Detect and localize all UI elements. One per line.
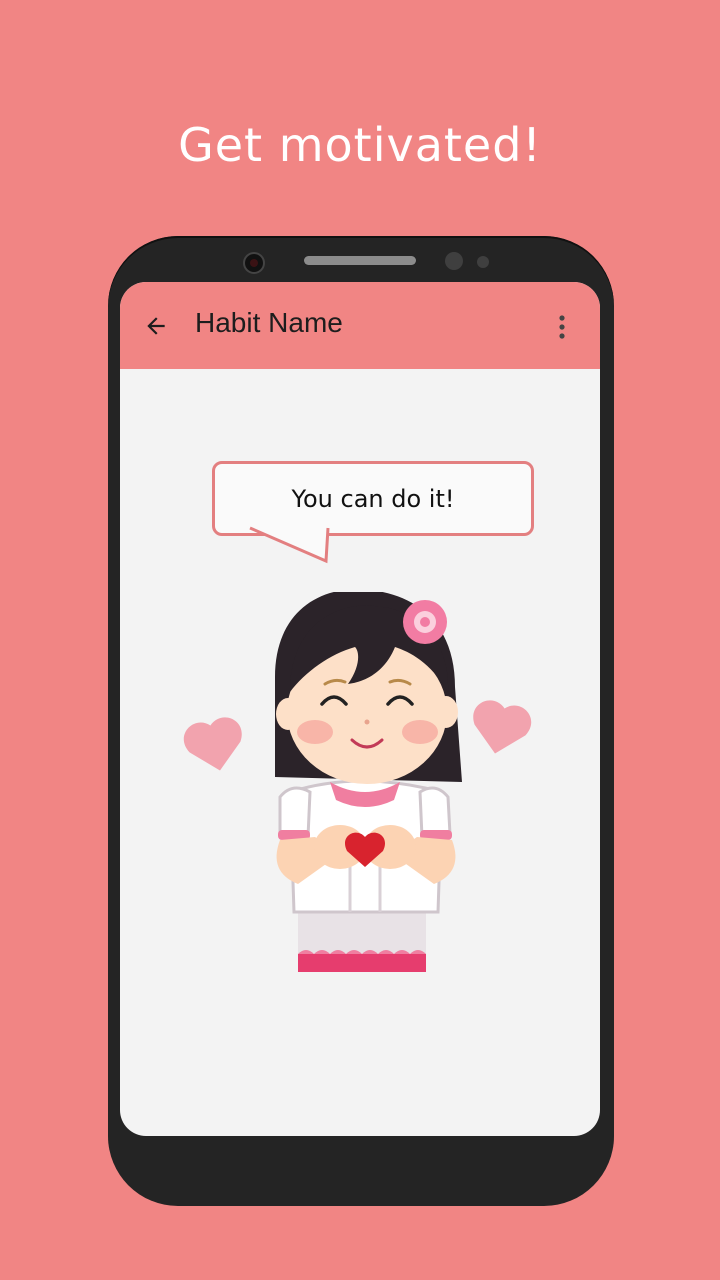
phone-screen: Habit Name You can do it! (120, 282, 600, 1136)
app-bar: Habit Name (120, 282, 600, 369)
heart-left-icon (183, 717, 242, 771)
motivation-illustration (183, 592, 532, 972)
hair-flower-icon (403, 600, 447, 644)
front-camera (243, 252, 265, 274)
speech-bubble-text: You can do it! (291, 484, 455, 513)
back-button[interactable] (138, 308, 174, 344)
more-vert-icon (559, 315, 565, 339)
arrow-back-icon (147, 317, 165, 335)
proximity-sensor (445, 252, 463, 270)
speech-bubble-tail (240, 525, 330, 564)
promo-headline: Get motivated! (178, 118, 542, 172)
light-sensor (477, 256, 489, 268)
phone-frame: Habit Name You can do it! (108, 236, 614, 1206)
page-title: Habit Name (195, 307, 343, 338)
heart-right-icon (473, 700, 532, 754)
overflow-menu-button[interactable] (550, 310, 574, 344)
earpiece-speaker (304, 256, 416, 265)
